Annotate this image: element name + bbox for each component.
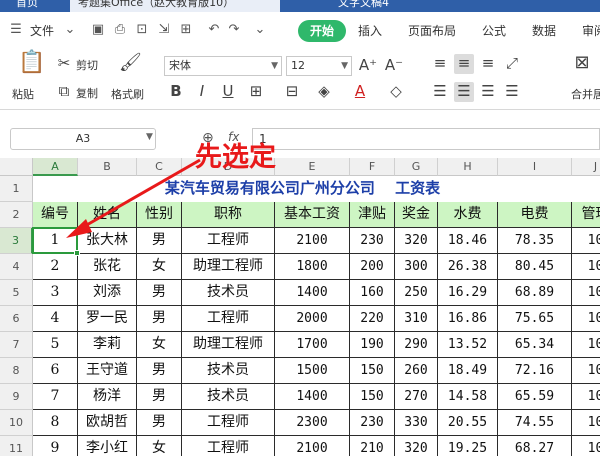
arrow-line [77,158,201,232]
annotation-label: 先选定 [195,142,276,173]
arrow-head [66,219,92,238]
annotation-arrow [66,158,201,238]
